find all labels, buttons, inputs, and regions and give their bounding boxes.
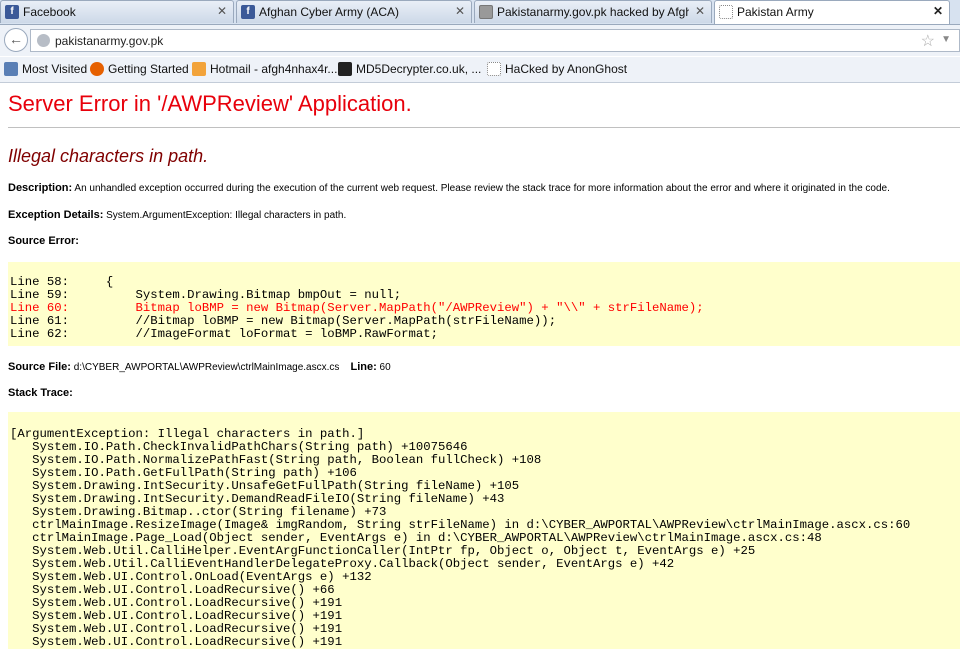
source-error-code: Line 58: {Line 59: System.Drawing.Bitmap… [8, 262, 960, 346]
back-button[interactable]: ← [4, 28, 28, 52]
bookmark-hotmail[interactable]: Hotmail - afgh4nhax4r... [192, 62, 337, 76]
facebook-icon: f [5, 5, 19, 19]
facebook-icon: f [241, 5, 255, 19]
line-value: 60 [376, 362, 391, 373]
stack-trace-code: [ArgumentException: Illegal characters i… [8, 412, 960, 649]
tab-label: Afghan Cyber Army (ACA) [259, 5, 400, 19]
stack-trace-label: Stack Trace: [8, 387, 73, 399]
bookmark-label: Getting Started [108, 62, 189, 76]
bookmarks-toolbar: Most Visited Getting Started Hotmail - a… [0, 57, 960, 83]
page-title: Server Error in '/AWPReview' Application… [8, 91, 412, 116]
blank-page-icon [487, 62, 501, 76]
stack-trace-heading: Stack Trace: [8, 387, 73, 399]
tab-facebook[interactable]: f Facebook ✕ [0, 0, 234, 23]
exception-label: Exception Details: [8, 209, 104, 221]
line-label: Line: [350, 361, 377, 373]
tab-pakistanarmy-hacked[interactable]: Pakistanarmy.gov.pk hacked by Afgh... ✕ [474, 0, 712, 23]
globe-icon [37, 34, 50, 47]
source-error-heading: Source Error: [8, 235, 79, 247]
bookmark-label: Most Visited [22, 62, 88, 76]
stack-trace-line: System.Web.UI.Control.LoadRecursive() +1… [10, 635, 343, 649]
source-file-paragraph: Source File: d:\CYBER_AWPORTAL\AWPReview… [8, 361, 391, 373]
source-code-line: Line 62: //ImageFormat loFormat = loBMP.… [10, 327, 439, 341]
error-subtitle: Illegal characters in path. [8, 146, 209, 166]
description-paragraph: Description: An unhandled exception occu… [8, 182, 890, 194]
bookmark-star-icon[interactable]: ☆ [921, 31, 935, 51]
firefox-icon [90, 62, 104, 76]
md5-icon [338, 62, 352, 76]
back-arrow-icon: ← [9, 31, 23, 47]
navigation-bar: ← pakistanarmy.gov.pk ☆ ▼ [0, 25, 960, 56]
tab-label: Pakistanarmy.gov.pk hacked by Afgh... [497, 5, 689, 19]
source-error-label: Source Error: [8, 235, 79, 247]
close-icon[interactable]: ✕ [695, 4, 705, 18]
tab-label: Pakistan Army [737, 5, 814, 19]
close-icon[interactable]: ✕ [455, 4, 465, 18]
divider [8, 127, 960, 128]
description-label: Description: [8, 182, 73, 194]
source-file-label: Source File: [8, 361, 71, 373]
description-text: An unhandled exception occurred during t… [72, 183, 890, 194]
tab-strip: f Facebook ✕ f Afghan Cyber Army (ACA) ✕… [0, 0, 960, 25]
close-icon[interactable]: ✕ [217, 4, 227, 18]
tab-pakistan-army[interactable]: Pakistan Army ✕ [714, 0, 950, 24]
page-content: Server Error in '/AWPReview' Application… [0, 83, 960, 649]
source-file-value: d:\CYBER_AWPORTAL\AWPReview\ctrlMainImag… [70, 362, 340, 373]
hotmail-icon [192, 62, 206, 76]
url-bar[interactable]: pakistanarmy.gov.pk ☆ ▼ [30, 29, 960, 52]
tab-afghan-cyber-army[interactable]: f Afghan Cyber Army (ACA) ✕ [236, 0, 472, 23]
dropdown-arrow-icon[interactable]: ▼ [941, 34, 951, 45]
url-text[interactable]: pakistanarmy.gov.pk [55, 34, 163, 48]
bookmark-label: HaCked by AnonGhost [505, 62, 628, 76]
bookmark-getting-started[interactable]: Getting Started [90, 62, 189, 76]
bookmark-list-icon [4, 62, 18, 76]
tab-label: Facebook [23, 5, 76, 19]
exception-text: System.ArgumentException: Illegal charac… [103, 210, 347, 221]
bookmark-most-visited[interactable]: Most Visited [4, 62, 87, 76]
bookmark-label: MD5Decrypter.co.uk, ... [356, 62, 482, 76]
blank-page-icon [719, 5, 733, 19]
bookmark-md5decrypter[interactable]: MD5Decrypter.co.uk, ... [338, 62, 481, 76]
exception-paragraph: Exception Details: System.ArgumentExcept… [8, 209, 346, 221]
bookmark-hacked-by-anonghost[interactable]: HaCked by AnonGhost [487, 62, 627, 76]
page-icon [479, 5, 493, 19]
bookmark-label: Hotmail - afgh4nhax4r... [210, 62, 338, 76]
close-icon[interactable]: ✕ [933, 4, 943, 18]
